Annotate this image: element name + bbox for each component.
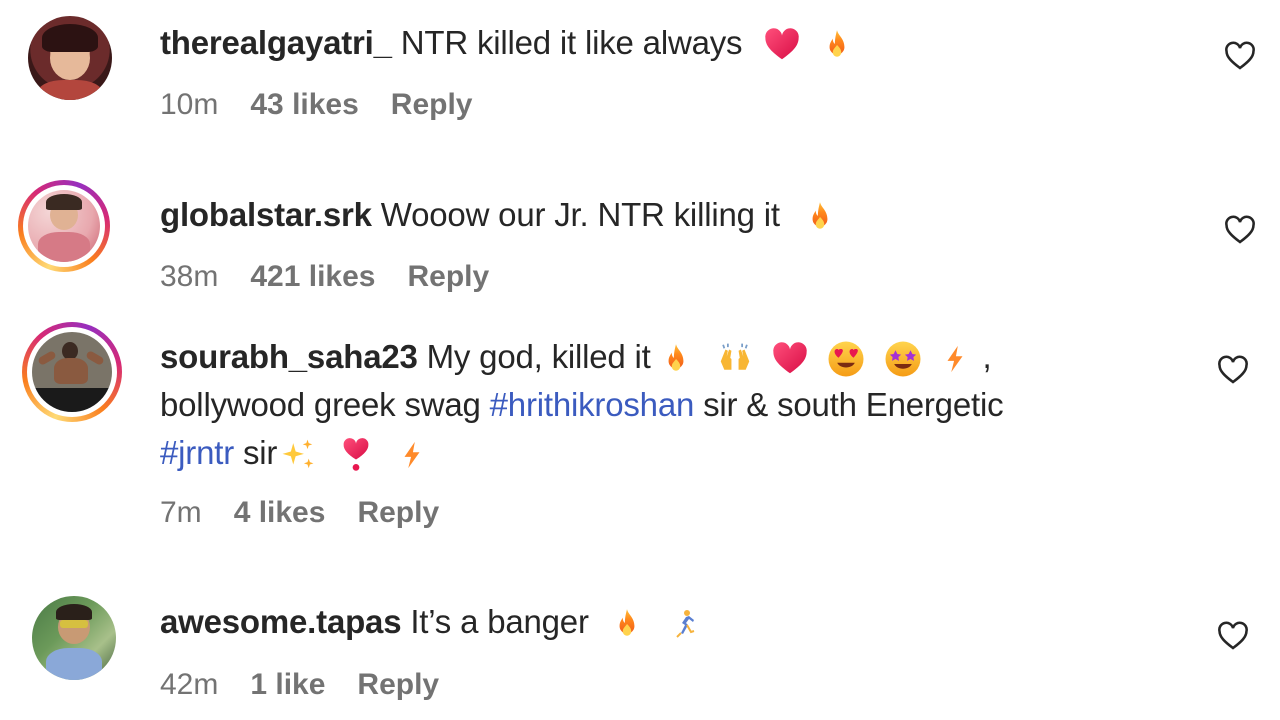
comment-username[interactable]: therealgayatri_ xyxy=(160,24,392,61)
comment-body-comma: , xyxy=(982,338,992,375)
raising-hands-emoji xyxy=(716,340,754,378)
comment-body-line2: bollywood greek swag xyxy=(160,386,481,423)
reply-button[interactable]: Reply xyxy=(391,88,473,122)
hashtag-link[interactable]: #hrithikroshan xyxy=(490,386,695,423)
comment-likes[interactable]: 421 likes xyxy=(250,260,375,294)
comment-meta: 38m 421 likes Reply xyxy=(160,260,521,294)
star-struck-emoji xyxy=(883,339,923,379)
comment-body: My god, killed it xyxy=(426,338,651,375)
sparkles-emoji xyxy=(279,436,317,474)
lightning-emoji xyxy=(397,436,427,474)
comment-body: It’s a banger xyxy=(410,603,589,640)
fire-emoji xyxy=(659,340,693,378)
comment-meta: 10m 43 likes Reply xyxy=(160,88,505,122)
avatar[interactable] xyxy=(22,322,122,422)
comment-username[interactable]: globalstar.srk xyxy=(160,196,372,233)
lightning-emoji xyxy=(940,340,970,378)
avatar[interactable] xyxy=(28,16,112,100)
comment-text: globalstar.srk Wooow our Jr. NTR killing… xyxy=(160,191,837,239)
heart-outline-icon[interactable] xyxy=(1216,353,1250,387)
reply-button[interactable]: Reply xyxy=(357,668,439,702)
comment-time: 42m xyxy=(160,668,219,701)
comment-likes[interactable]: 4 likes xyxy=(234,496,326,530)
comment-likes[interactable]: 1 like xyxy=(250,668,325,702)
comment-username[interactable]: awesome.tapas xyxy=(160,603,402,640)
comment-text: therealgayatri_ NTR killed it like alway… xyxy=(160,19,854,67)
hashtag-link[interactable]: #jrntr xyxy=(160,434,234,471)
comment-body-line3: sir xyxy=(242,434,278,471)
reply-button[interactable]: Reply xyxy=(357,496,439,530)
red-heart-emoji xyxy=(763,26,801,64)
avatar[interactable] xyxy=(32,596,116,680)
comment-time: 10m xyxy=(160,88,219,121)
heart-outline-icon[interactable] xyxy=(1216,619,1250,653)
heart-outline-icon[interactable] xyxy=(1223,213,1257,247)
heart-eyes-emoji xyxy=(826,339,866,379)
comment-body: Wooow our Jr. NTR killing it xyxy=(380,196,780,233)
fire-emoji xyxy=(803,198,837,236)
red-heart-emoji xyxy=(771,340,809,378)
avatar[interactable] xyxy=(18,180,110,272)
comment-username[interactable]: sourabh_saha23 xyxy=(160,338,418,375)
reply-button[interactable]: Reply xyxy=(407,260,489,294)
heart-exclamation-emoji xyxy=(338,435,374,475)
heart-outline-icon[interactable] xyxy=(1223,39,1257,73)
comment-meta: 42m 1 like Reply xyxy=(160,668,471,702)
dancer-emoji xyxy=(669,605,701,643)
comment-text: awesome.tapas It’s a banger xyxy=(160,598,701,646)
comment-body: NTR killed it like always xyxy=(400,24,743,61)
comment-time: 38m xyxy=(160,260,219,293)
comment-meta: 7m 4 likes Reply xyxy=(160,496,471,530)
comment-text: sourabh_saha23 My god, killed it , bolly… xyxy=(160,333,1160,477)
comment-body-line2b: sir & south Energetic xyxy=(703,386,1004,423)
comment-time: 7m xyxy=(160,496,202,529)
fire-emoji xyxy=(820,26,854,64)
comment-likes[interactable]: 43 likes xyxy=(250,88,358,122)
fire-emoji xyxy=(610,605,644,643)
